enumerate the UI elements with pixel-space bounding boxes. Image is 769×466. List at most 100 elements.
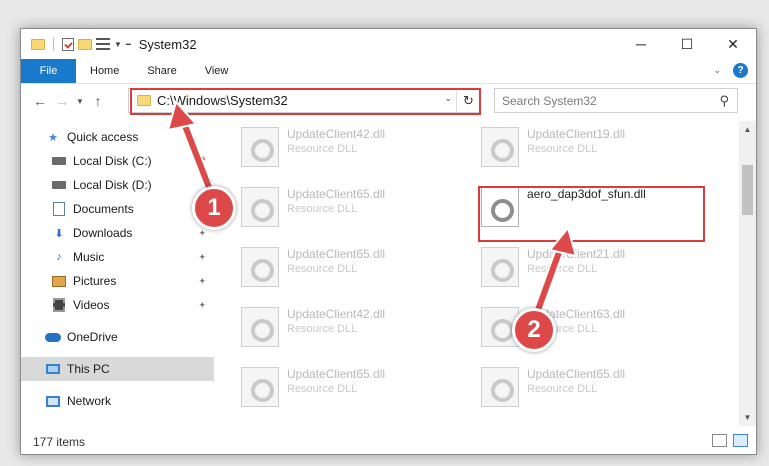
- pin-icon[interactable]: ✦: [198, 276, 206, 287]
- sidebar-item-label: Documents: [73, 202, 134, 216]
- sidebar-item-this-pc[interactable]: This PC: [21, 357, 214, 381]
- file-highlight: [478, 186, 705, 242]
- file-item[interactable]: UpdateClient42.dll Resource DLL: [241, 125, 461, 173]
- file-item[interactable]: UpdateClient65.dll Resource DLL: [481, 365, 701, 413]
- tab-file[interactable]: File: [21, 59, 76, 83]
- vertical-scrollbar[interactable]: ▲ ▼: [739, 121, 756, 426]
- help-icon[interactable]: ?: [733, 63, 748, 78]
- dll-file-icon: [241, 367, 279, 407]
- disk-icon: [51, 178, 67, 192]
- sidebar-item-label: Local Disk (D:): [73, 178, 152, 192]
- new-folder-icon[interactable]: [78, 38, 92, 50]
- scroll-down-arrow-icon[interactable]: ▼: [739, 409, 756, 426]
- ribbon-tabs: File Home Share View ⌄ ?: [21, 59, 756, 84]
- sidebar-item-downloads[interactable]: ⬇ Downloads ✦: [21, 221, 214, 245]
- search-input[interactable]: Search System32 ⚲: [494, 88, 738, 113]
- scroll-up-arrow-icon[interactable]: ▲: [739, 121, 756, 138]
- sidebar-item-label: Network: [67, 394, 112, 408]
- sidebar-item-network[interactable]: Network: [21, 389, 214, 413]
- sidebar-item-videos[interactable]: Videos ✦: [21, 293, 214, 317]
- tab-view[interactable]: View: [191, 59, 243, 83]
- window-controls: ─ ☐ ✕: [618, 29, 756, 59]
- address-bar-highlight: [130, 88, 481, 115]
- sidebar-item-label: Pictures: [73, 274, 117, 288]
- file-name: UpdateClient42.dll: [287, 307, 386, 321]
- step-badge-1: 1: [192, 186, 236, 230]
- details-view-icon[interactable]: [712, 434, 727, 447]
- step-badge-2: 2: [512, 308, 556, 352]
- back-arrow-icon[interactable]: ←: [29, 89, 51, 113]
- sidebar-item-quick-access[interactable]: ★ Quick access: [21, 125, 214, 149]
- sidebar-item-pictures[interactable]: Pictures ✦: [21, 269, 214, 293]
- forward-arrow-icon[interactable]: →: [51, 89, 73, 113]
- close-button[interactable]: ✕: [710, 29, 756, 59]
- dll-file-icon: [241, 247, 279, 287]
- pictures-icon: [51, 274, 67, 288]
- properties-icon[interactable]: [62, 37, 74, 51]
- sidebar-item-label: This PC: [67, 362, 110, 376]
- scrollbar-thumb[interactable]: [742, 165, 753, 215]
- dll-file-icon: [481, 247, 519, 287]
- sidebar-item-onedrive[interactable]: OneDrive: [21, 325, 214, 349]
- status-bar: 177 items: [21, 427, 756, 454]
- folder-icon[interactable]: [31, 38, 45, 50]
- pin-icon[interactable]: ✦: [198, 252, 206, 263]
- sidebar-item-label: OneDrive: [67, 330, 118, 344]
- pin-icon[interactable]: 📌: [195, 156, 206, 167]
- star-icon: ★: [48, 131, 58, 144]
- sidebar-item-label: Music: [73, 250, 105, 264]
- file-item[interactable]: UpdateClient65.dll Resource DLL: [241, 365, 461, 413]
- dll-file-icon: [481, 127, 519, 167]
- file-name: UpdateClient42.dll: [287, 127, 386, 141]
- dll-file-icon: [241, 127, 279, 167]
- file-type: Resource DLL: [527, 383, 598, 395]
- ribbon-right: ⌄ ?: [713, 63, 748, 78]
- file-name: UpdateClient65.dll: [527, 367, 626, 381]
- file-type: Resource DLL: [527, 143, 598, 155]
- file-item[interactable]: UpdateClient65.dll Resource DLL: [241, 185, 461, 233]
- view-options-icon[interactable]: [96, 38, 110, 50]
- search-placeholder: Search System32: [502, 93, 597, 108]
- recent-locations-chevron-icon[interactable]: ▼: [73, 89, 87, 113]
- tab-home[interactable]: Home: [76, 59, 133, 83]
- sidebar-item-local-disk-c[interactable]: Local Disk (C:) 📌: [21, 149, 214, 173]
- quick-access-toolbar: ▼ ━: [21, 37, 131, 51]
- pin-icon[interactable]: ✦: [198, 228, 206, 239]
- sidebar-item-label: Quick access: [67, 130, 139, 144]
- sidebar-item-local-disk-d[interactable]: Local Disk (D:): [21, 173, 214, 197]
- file-name: UpdateClient65.dll: [287, 367, 386, 381]
- file-name: UpdateClient19.dll: [527, 127, 626, 141]
- dll-file-icon: [481, 367, 519, 407]
- file-type: Resource DLL: [287, 323, 358, 335]
- file-item[interactable]: UpdateClient19.dll Resource DLL: [481, 125, 701, 173]
- music-icon: ♪: [56, 251, 62, 263]
- expand-ribbon-chevron-icon[interactable]: ⌄: [713, 65, 721, 76]
- large-icons-view-icon[interactable]: [733, 434, 748, 447]
- dll-file-icon: [241, 307, 279, 347]
- cloud-icon: [45, 330, 61, 344]
- disk-icon: [51, 154, 67, 168]
- pin-icon[interactable]: ✦: [198, 300, 206, 311]
- file-item[interactable]: UpdateClient65.dll Resource DLL: [241, 245, 461, 293]
- file-item[interactable]: UpdateClient21.dll Resource DLL: [481, 245, 701, 293]
- file-type: Resource DLL: [287, 203, 358, 215]
- network-icon: [45, 394, 61, 408]
- file-name: UpdateClient65.dll: [287, 187, 386, 201]
- title-bar: ▼ ━ System32 ─ ☐ ✕: [21, 29, 756, 59]
- sidebar-item-documents[interactable]: Documents: [21, 197, 214, 221]
- minimize-button[interactable]: ─: [618, 29, 664, 59]
- customize-toolbar-chevron-icon[interactable]: ▼: [114, 40, 122, 49]
- videos-icon: [51, 298, 67, 312]
- sidebar-item-music[interactable]: ♪ Music ✦: [21, 245, 214, 269]
- file-item[interactable]: UpdateClient42.dll Resource DLL: [241, 305, 461, 353]
- sidebar-item-label: Downloads: [73, 226, 133, 240]
- tab-share[interactable]: Share: [133, 59, 190, 83]
- documents-icon: [51, 202, 67, 216]
- file-type: Resource DLL: [527, 263, 598, 275]
- search-icon[interactable]: ⚲: [719, 93, 729, 109]
- maximize-button[interactable]: ☐: [664, 29, 710, 59]
- up-arrow-icon[interactable]: ↑: [87, 89, 109, 113]
- sidebar-item-label: Local Disk (C:): [73, 154, 152, 168]
- customize-toolbar-arrow-icon[interactable]: ━: [126, 40, 131, 49]
- pc-icon: [45, 362, 61, 376]
